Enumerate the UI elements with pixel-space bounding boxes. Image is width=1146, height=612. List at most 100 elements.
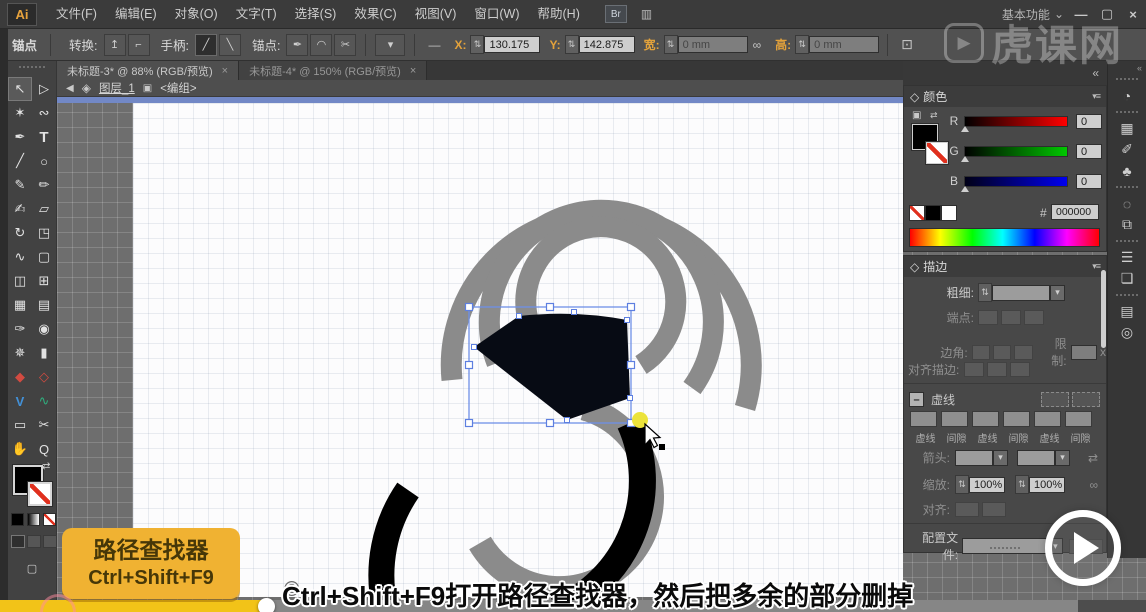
menu-select[interactable]: 选择(S): [286, 0, 346, 29]
panel-resize-grip[interactable]: [990, 547, 1020, 551]
perspective-grid-tool[interactable]: ⊞: [32, 269, 56, 293]
profile-combo[interactable]: [962, 538, 1048, 554]
white-swatch[interactable]: [941, 205, 957, 221]
restore-button[interactable]: ▢: [1094, 6, 1120, 22]
b-value-input[interactable]: 0: [1076, 174, 1102, 189]
gap-input-1[interactable]: [941, 411, 968, 427]
join-miter-button[interactable]: [972, 345, 990, 360]
limit-input[interactable]: [1071, 345, 1097, 360]
gap-input-2[interactable]: [1003, 411, 1030, 427]
align-arrow-tip-button[interactable]: [955, 502, 979, 517]
arrange-documents-icon[interactable]: ▥: [641, 7, 652, 21]
smooth-tool[interactable]: ∿: [32, 389, 56, 413]
eraser-tool[interactable]: ▱: [32, 197, 56, 221]
y-input[interactable]: 142.875: [579, 36, 635, 53]
draw-behind-button[interactable]: [27, 535, 41, 548]
close-button[interactable]: ×: [1120, 7, 1146, 22]
pen-tool[interactable]: ✒: [8, 125, 32, 149]
width-input[interactable]: 0 mm: [678, 36, 748, 53]
image-trace-icon[interactable]: ⧉: [1114, 214, 1140, 235]
x-spinner[interactable]: ⇅: [470, 35, 484, 54]
preserve-dash-button[interactable]: [1041, 392, 1069, 407]
tab-untitled-4[interactable]: 未标题-4* @ 150% (RGB/预览) ×: [239, 61, 427, 80]
free-transform-tool[interactable]: ▢: [32, 245, 56, 269]
symbol-sprayer-tool[interactable]: ✵: [8, 341, 32, 365]
ellipse-tool[interactable]: ○: [32, 149, 56, 173]
show-handles-button[interactable]: ╱: [195, 34, 217, 56]
swap-fill-stroke-icon[interactable]: ⇄: [42, 461, 50, 472]
transparency-icon[interactable]: ◎: [1114, 322, 1140, 343]
color-spectrum-bar[interactable]: [909, 228, 1100, 247]
pencil-tool[interactable]: ✏: [32, 173, 56, 197]
g-slider-thumb[interactable]: [961, 156, 969, 162]
type-tool[interactable]: T: [32, 125, 56, 149]
cap-butt-button[interactable]: [978, 310, 998, 325]
arrow-end-combo[interactable]: [1017, 450, 1055, 466]
breadcrumb-group[interactable]: <编组>: [160, 80, 196, 96]
menu-help[interactable]: 帮助(H): [529, 0, 589, 29]
shaper-tool[interactable]: ✍: [8, 197, 32, 221]
mesh-tool[interactable]: ▦: [8, 293, 32, 317]
cap-projecting-button[interactable]: [1024, 310, 1044, 325]
gradient-fill-button[interactable]: [27, 513, 40, 526]
curvature-tool[interactable]: V: [8, 389, 32, 413]
weight-combo[interactable]: [992, 285, 1050, 301]
scale-end-spinner[interactable]: ⇅: [1015, 475, 1029, 494]
menu-object[interactable]: 对象(O): [166, 0, 227, 29]
b-channel-slider[interactable]: [964, 176, 1068, 187]
mini-fill-stroke-icon[interactable]: ▣: [912, 110, 921, 121]
menu-view[interactable]: 视图(V): [406, 0, 466, 29]
black-swatch[interactable]: [925, 205, 941, 221]
workspace-switcher[interactable]: 基本功能: [1002, 6, 1050, 23]
r-slider-thumb[interactable]: [961, 126, 969, 132]
arrow-start-dropdown-icon[interactable]: ▾: [993, 450, 1008, 466]
weight-spinner[interactable]: ⇅: [978, 283, 992, 302]
g-channel-slider[interactable]: [964, 146, 1068, 157]
transform-icon[interactable]: ⊡: [901, 36, 913, 53]
gradient-tool[interactable]: ▤: [32, 293, 56, 317]
menu-file[interactable]: 文件(F): [47, 0, 106, 29]
zoom-tool[interactable]: Q: [32, 437, 56, 461]
hide-handles-button[interactable]: ╲: [219, 34, 241, 56]
minimize-button[interactable]: —: [1068, 7, 1094, 22]
none-swatch[interactable]: [909, 205, 925, 221]
x-input[interactable]: 130.175: [484, 36, 540, 53]
dash-input-3[interactable]: [1034, 411, 1061, 427]
align-dash-button[interactable]: [1072, 392, 1100, 407]
layers-icon[interactable]: ☰: [1114, 247, 1140, 268]
video-progress-knob[interactable]: [258, 598, 275, 612]
swap-arrows-icon[interactable]: ⇄: [1088, 451, 1098, 465]
draw-normal-button[interactable]: [11, 535, 25, 548]
round-anchor-button[interactable]: ◠: [310, 34, 332, 56]
panel-scrollbar[interactable]: [1101, 270, 1106, 348]
r-value-input[interactable]: 0: [1076, 114, 1102, 129]
collapse-dock-icon[interactable]: «: [1137, 63, 1142, 73]
menu-edit[interactable]: 编辑(E): [106, 0, 166, 29]
align-center-button[interactable]: [964, 362, 984, 377]
bridge-icon[interactable]: Br: [605, 5, 627, 23]
magic-wand-tool[interactable]: ✶: [8, 101, 32, 125]
paintbrush-tool[interactable]: ✎: [8, 173, 32, 197]
scale-end-input[interactable]: 100%: [1029, 477, 1065, 493]
toolbar-grip[interactable]: [19, 66, 45, 71]
dock-grip[interactable]: [1116, 294, 1138, 298]
isolate-selection-button[interactable]: ▾: [375, 34, 405, 56]
panel-toggle-icon[interactable]: ◇: [910, 90, 919, 104]
dash-input-2[interactable]: [972, 411, 999, 427]
lasso-tool[interactable]: ∾: [32, 101, 56, 125]
weight-dropdown-icon[interactable]: ▾: [1050, 285, 1065, 301]
column-graph-tool[interactable]: ▮: [32, 341, 56, 365]
back-arrow-icon[interactable]: ◀: [66, 83, 74, 94]
height-input[interactable]: 0 mm: [809, 36, 879, 53]
scale-tool[interactable]: ◳: [32, 221, 56, 245]
dock-grip[interactable]: [1116, 240, 1138, 244]
width-tool[interactable]: ∿: [8, 245, 32, 269]
none-fill-button[interactable]: [43, 513, 56, 526]
slice-tool[interactable]: ✂: [32, 413, 56, 437]
artboard-tool[interactable]: ▭: [8, 413, 32, 437]
link-dimensions-icon[interactable]: ∞: [753, 38, 762, 52]
color-panel-header[interactable]: ◇ 颜色 ▾≡: [904, 86, 1106, 107]
appearance-icon[interactable]: ◌: [1114, 193, 1140, 214]
cap-round-button[interactable]: [1001, 310, 1021, 325]
join-bevel-button[interactable]: [1014, 345, 1032, 360]
